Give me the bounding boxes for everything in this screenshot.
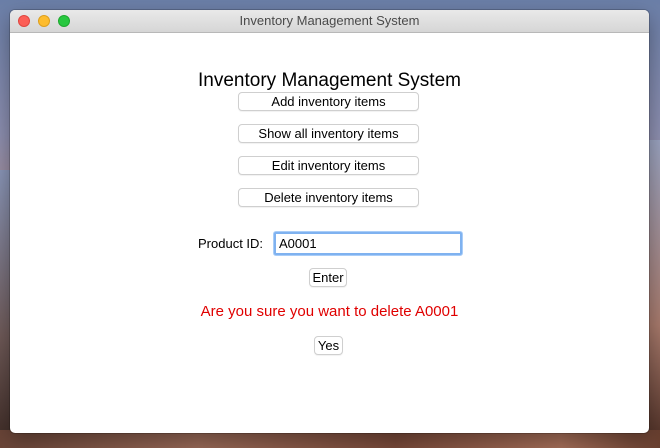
- desktop-background-right: [648, 140, 660, 448]
- show-inventory-button[interactable]: Show all inventory items: [238, 124, 419, 143]
- app-window: Inventory Management System Inventory Ma…: [10, 10, 649, 433]
- add-inventory-button[interactable]: Add inventory items: [238, 92, 419, 111]
- edit-inventory-button[interactable]: Edit inventory items: [238, 156, 419, 175]
- enter-button[interactable]: Enter: [309, 268, 347, 287]
- delete-inventory-button[interactable]: Delete inventory items: [238, 188, 419, 207]
- product-id-input[interactable]: [274, 232, 462, 255]
- delete-confirmation-message: Are you sure you want to delete A0001: [200, 303, 459, 320]
- yes-button[interactable]: Yes: [314, 336, 343, 355]
- main-content: Inventory Management System Add inventor…: [10, 33, 649, 433]
- product-id-label: Product ID:: [198, 236, 264, 251]
- window-title: Inventory Management System: [239, 13, 420, 28]
- title-bar[interactable]: Inventory Management System: [10, 10, 649, 33]
- page-title: Inventory Management System: [198, 70, 461, 91]
